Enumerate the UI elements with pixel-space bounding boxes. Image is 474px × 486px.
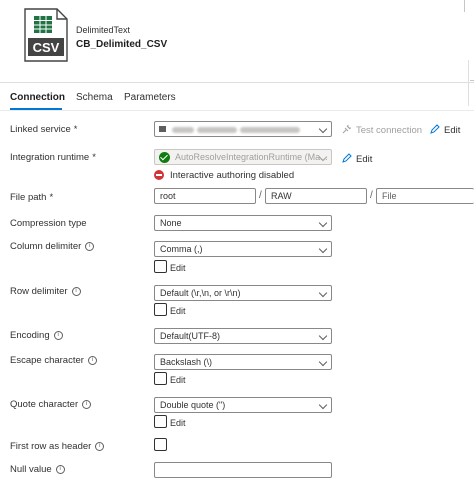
escape-character-edit-checkbox[interactable] [154, 372, 167, 385]
chevron-down-icon [318, 357, 328, 367]
row-delimiter-edit-label: Edit [170, 306, 186, 316]
null-value-label: Null value i [10, 464, 65, 475]
tab-schema[interactable]: Schema [76, 92, 113, 103]
integration-runtime-edit-button[interactable]: Edit [342, 153, 372, 165]
quote-character-edit-label: Edit [170, 418, 186, 428]
path-separator: / [370, 190, 373, 201]
chevron-down-icon [318, 400, 328, 410]
storage-icon [159, 126, 166, 132]
file-path-file-input[interactable]: File [376, 188, 474, 204]
info-icon[interactable]: i [82, 400, 92, 409]
chevron-down-icon [318, 331, 328, 341]
column-delimiter-edit-checkbox[interactable] [154, 260, 167, 273]
encoding-dropdown[interactable]: Default(UTF-8) [154, 328, 332, 344]
escape-character-edit-label: Edit [170, 375, 186, 385]
divider [464, 0, 465, 12]
file-path-label: File path * [10, 192, 54, 203]
null-value-input[interactable] [154, 462, 332, 478]
tabs-divider [0, 110, 474, 111]
escape-character-dropdown[interactable]: Backslash (\) [154, 354, 332, 370]
divider [468, 60, 469, 106]
column-delimiter-label: Column delimiter i [10, 241, 95, 252]
info-icon[interactable]: i [53, 331, 63, 340]
plug-icon [342, 125, 351, 134]
active-tab-indicator [10, 108, 62, 110]
file-path-container-input[interactable]: root [154, 188, 256, 204]
compression-type-dropdown[interactable]: None [154, 215, 332, 231]
integration-runtime-label: Integration runtime * [10, 152, 96, 163]
quote-character-dropdown[interactable]: Double quote (") [154, 397, 332, 413]
interactive-authoring-warning: Interactive authoring disabled [170, 170, 295, 181]
pencil-icon [342, 153, 352, 163]
row-delimiter-label: Row delimiter i [10, 286, 81, 297]
tab-parameters[interactable]: Parameters [124, 92, 176, 103]
svg-text:CSV: CSV [33, 40, 60, 55]
column-delimiter-dropdown[interactable]: Comma (,) [154, 241, 332, 257]
test-connection-button[interactable]: Test connection [342, 124, 422, 136]
chevron-down-icon [318, 124, 328, 134]
csv-file-icon: CSV [24, 8, 68, 62]
header-divider [0, 82, 474, 83]
info-icon[interactable]: i [55, 465, 65, 474]
file-path-directory-input[interactable]: RAW [265, 188, 367, 204]
escape-character-label: Escape character i [10, 355, 97, 366]
compression-type-label: Compression type [10, 218, 87, 229]
row-delimiter-edit-checkbox[interactable] [154, 303, 167, 316]
linked-service-dropdown[interactable] [154, 121, 332, 137]
info-icon[interactable]: i [71, 287, 81, 296]
column-delimiter-edit-label: Edit [170, 263, 186, 273]
tab-connection[interactable]: Connection [10, 92, 65, 103]
path-separator: / [259, 190, 262, 201]
chevron-down-icon [318, 218, 328, 228]
first-row-as-header-checkbox[interactable] [154, 438, 167, 451]
chevron-down-icon [318, 288, 328, 298]
dataset-type: DelimitedText [76, 25, 131, 35]
first-row-as-header-label: First row as header i [10, 441, 105, 452]
linked-service-label: Linked service * [10, 124, 78, 135]
error-circle-icon [154, 170, 164, 180]
row-delimiter-dropdown[interactable]: Default (\r,\n, or \r\n) [154, 285, 332, 301]
integration-runtime-dropdown[interactable]: AutoResolveIntegrationRuntime (Ma... [154, 149, 332, 165]
chevron-down-icon [318, 244, 328, 254]
quote-character-label: Quote character i [10, 399, 92, 410]
quote-character-edit-checkbox[interactable] [154, 415, 167, 428]
check-circle-icon [159, 152, 170, 163]
dataset-name: CB_Delimited_CSV [76, 39, 168, 50]
info-icon[interactable]: i [87, 356, 97, 365]
info-icon[interactable]: i [95, 442, 105, 451]
info-icon[interactable]: i [85, 242, 95, 251]
pencil-icon [430, 124, 440, 134]
encoding-label: Encoding i [10, 330, 63, 341]
linked-service-edit-button[interactable]: Edit [430, 124, 460, 136]
divider [470, 80, 474, 81]
